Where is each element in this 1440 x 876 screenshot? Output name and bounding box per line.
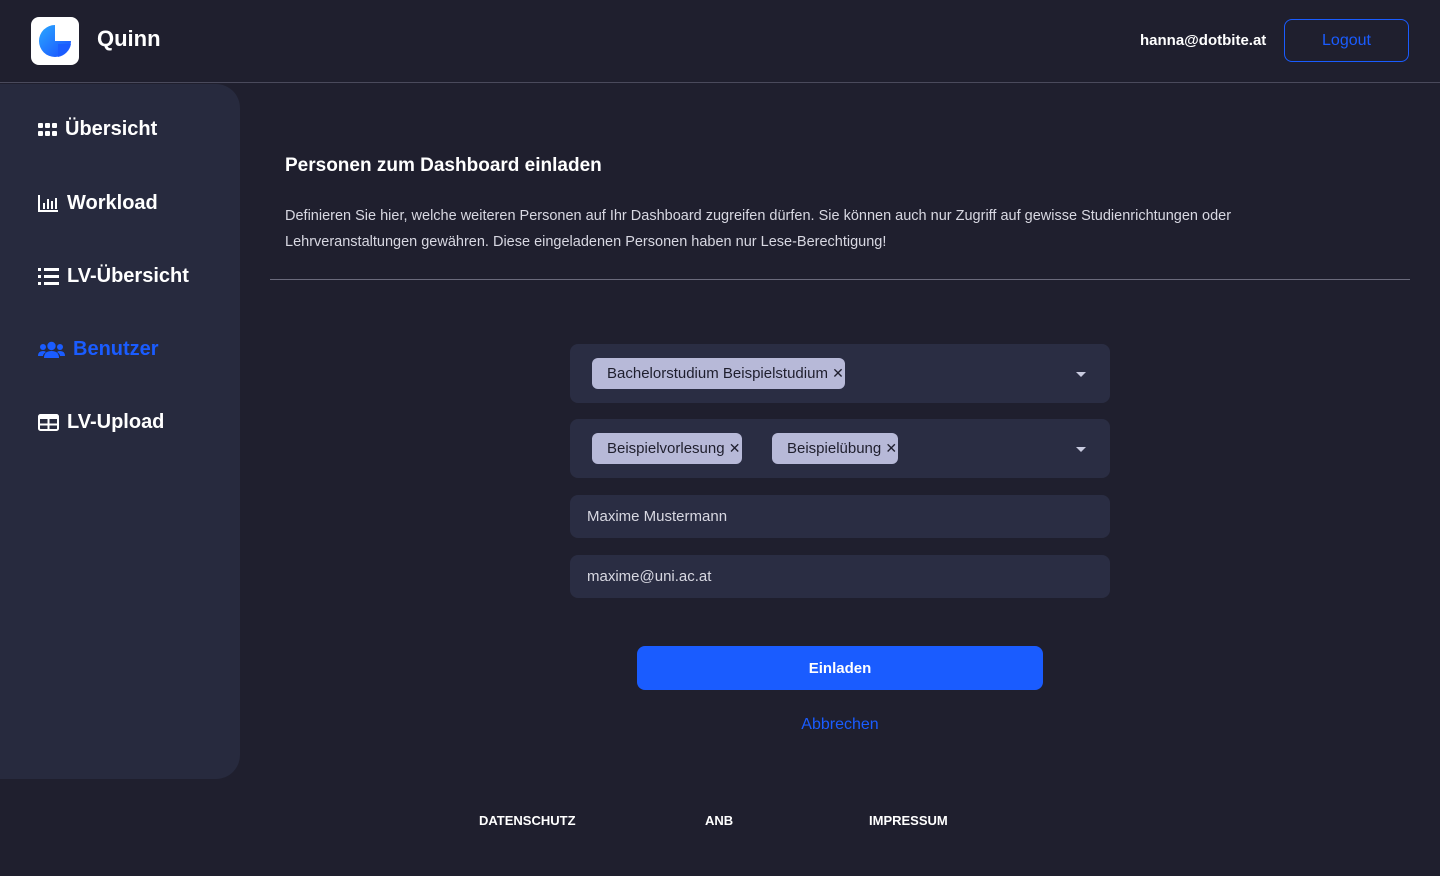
cancel-link[interactable]: Abbrechen [770,716,910,734]
selected-chip: Beispielvorlesung ✕ [592,433,742,464]
sidebar: Übersicht Workload LV-Übersicht Benutzer… [0,84,240,779]
chevron-down-icon[interactable] [1076,447,1086,452]
email-input[interactable] [570,555,1110,598]
sidebar-item-benutzer[interactable]: Benutzer [38,338,159,361]
sidebar-item-label: Workload [67,192,158,214]
footer-link-anb[interactable]: ANB [705,813,733,828]
name-field-wrapper [570,495,1110,538]
sidebar-item-lv-uebersicht[interactable]: LV-Übersicht [38,265,189,288]
selected-chip: Beispielübung ✕ [772,433,899,464]
remove-chip-icon[interactable]: ✕ [728,440,742,457]
logout-button[interactable]: Logout [1284,19,1409,62]
top-bar: Quinn hanna@dotbite.at Logout [0,0,1440,83]
sidebar-item-uebersicht[interactable]: Übersicht [38,118,157,141]
remove-chip-icon[interactable]: ✕ [884,440,898,457]
sidebar-item-label: LV-Upload [67,411,165,433]
quinn-logo[interactable] [31,17,79,65]
selected-chip: Bachelorstudium Beispielstudium ✕ [592,358,845,389]
chevron-down-icon[interactable] [1076,372,1086,377]
sidebar-item-label: Benutzer [73,338,159,360]
page-description: Definieren Sie hier, welche weiteren Per… [285,208,1232,250]
bar-chart-icon [38,195,58,212]
study-program-select[interactable]: Bachelorstudium Beispielstudium ✕ [570,344,1110,403]
user-email: hanna@dotbite.at [1140,32,1267,49]
invite-button[interactable]: Einladen [637,646,1043,690]
list-icon [38,268,59,285]
email-field-wrapper [570,555,1110,598]
app-name: Quinn [97,26,161,51]
page-title: Personen zum Dashboard einladen [285,155,602,176]
divider [270,279,1410,280]
remove-chip-icon[interactable]: ✕ [831,365,845,382]
sidebar-item-lv-upload[interactable]: LV-Upload [38,411,164,434]
logo-mark-icon [39,25,71,57]
name-input[interactable] [570,495,1110,538]
chip-label: Beispielübung [787,440,882,457]
users-icon [38,341,65,358]
footer-link-datenschutz[interactable]: DATENSCHUTZ [479,813,576,828]
grid-icon [38,122,57,136]
chip-label: Bachelorstudium Beispielstudium [607,365,828,382]
sidebar-item-workload[interactable]: Workload [38,192,158,215]
sidebar-item-label: Übersicht [65,118,158,140]
chip-label: Beispielvorlesung [607,440,725,457]
sidebar-item-label: LV-Übersicht [67,265,189,287]
footer-link-impressum[interactable]: IMPRESSUM [869,813,948,828]
course-select[interactable]: Beispielvorlesung ✕ Beispielübung ✕ [570,419,1110,478]
table-icon [38,414,59,431]
